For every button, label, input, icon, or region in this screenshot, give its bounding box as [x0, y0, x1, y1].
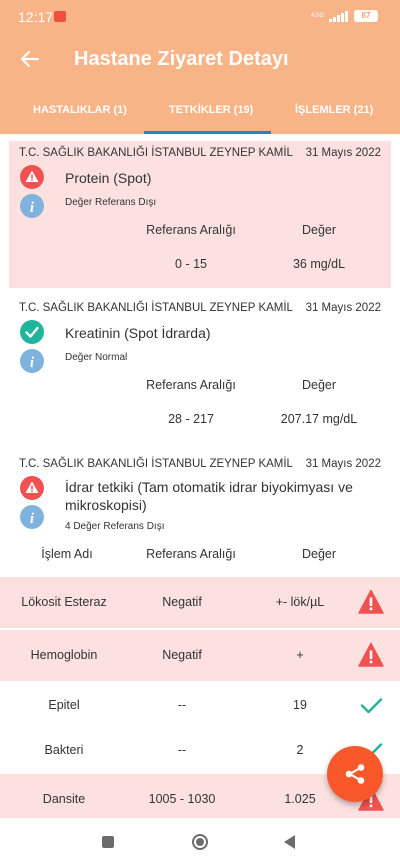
warning-icon	[358, 642, 384, 667]
visit-date: 31 Mayıs 2022	[305, 458, 381, 470]
visit-date: 31 Mayıs 2022	[305, 302, 381, 314]
test-card[interactable]: T.C. SAĞLIK BAKANLIĞI İSTANBUL ZEYNEP KA…	[9, 141, 391, 288]
procedure-name: Hemoglobin	[30, 648, 98, 662]
hospital-name: T.C. SAĞLIK BAKANLIĞI İSTANBUL ZEYNEP KA…	[19, 458, 293, 470]
check-icon	[360, 698, 383, 714]
status-bar: 12:17 4.5G 87	[0, 0, 400, 34]
gallery-notification-icon	[54, 11, 66, 22]
test-name-continued: mikroskopisi)	[65, 497, 147, 513]
app-bar: Hastane Ziyaret Detayı HASTALIKLAR (1) T…	[0, 34, 400, 134]
test-name: Protein (Spot)	[65, 170, 152, 186]
table-row[interactable]: Lökosit Esteraz Negatif +- lök/µL	[0, 577, 400, 628]
test-value: 19	[293, 698, 307, 712]
ref-range-value: 0 - 15	[175, 257, 207, 271]
test-card[interactable]: T.C. SAĞLIK BAKANLIĞI İSTANBUL ZEYNEP KA…	[9, 454, 391, 574]
procedure-name: Epitel	[48, 698, 80, 712]
info-icon[interactable]: i	[20, 349, 44, 373]
table-row[interactable]: Hemoglobin Negatif +	[0, 630, 400, 681]
tab-islemler[interactable]: İŞLEMLER (21)	[295, 104, 373, 116]
test-value: 207.17 mg/dL	[280, 412, 358, 426]
procedure-name: Dansite	[42, 792, 86, 806]
system-back-icon[interactable]	[284, 835, 295, 849]
status-time: 12:17	[18, 9, 54, 25]
active-tab-indicator	[144, 131, 271, 134]
procedure-name-header: İşlem Adı	[41, 547, 93, 561]
ref-range-value: Negatif	[162, 595, 202, 609]
test-name: İdrar tetkiki (Tam otomatik idrar biyoki…	[65, 479, 353, 495]
value-status: Değer Normal	[65, 352, 128, 363]
value-header: Değer	[301, 378, 337, 392]
test-value: +- lök/µL	[275, 595, 325, 609]
ref-range-header: Referans Aralığı	[146, 223, 236, 237]
table-row[interactable]: Epitel -- 19	[0, 680, 400, 731]
warning-icon	[20, 476, 44, 500]
test-value: 36 mg/dL	[292, 257, 346, 271]
visit-date: 31 Mayıs 2022	[305, 147, 381, 159]
recent-apps-icon[interactable]	[102, 836, 114, 848]
ref-range-value: --	[177, 743, 187, 757]
battery-icon: 87	[354, 10, 378, 22]
test-card[interactable]: T.C. SAĞLIK BAKANLIĞI İSTANBUL ZEYNEP KA…	[9, 298, 391, 446]
warning-icon	[358, 589, 384, 614]
ref-range-value: 1005 - 1030	[148, 792, 216, 806]
value-header: Değer	[301, 223, 337, 237]
value-status: 4 Değer Referans Dışı	[65, 521, 165, 532]
value-header: Değer	[301, 547, 337, 561]
ref-range-header: Referans Aralığı	[146, 378, 236, 392]
home-icon[interactable]	[192, 834, 208, 850]
warning-icon	[20, 165, 44, 189]
ref-range-value: --	[177, 698, 187, 712]
procedure-name: Lökosit Esteraz	[21, 595, 107, 609]
ref-range-value: Negatif	[162, 648, 202, 662]
system-nav-bar	[0, 818, 400, 866]
procedure-name: Bakteri	[44, 743, 84, 757]
test-value: +	[296, 648, 304, 662]
ref-range-header: Referans Aralığı	[146, 547, 236, 561]
info-icon[interactable]: i	[20, 505, 44, 529]
signal-icon	[329, 10, 348, 22]
ref-range-value: 28 - 217	[168, 412, 214, 426]
hospital-name: T.C. SAĞLIK BAKANLIĞI İSTANBUL ZEYNEP KA…	[19, 302, 293, 314]
share-icon	[345, 764, 365, 784]
value-status: Değer Referans Dışı	[65, 197, 157, 208]
test-name: Kreatinin (Spot İdrarda)	[65, 325, 211, 341]
status-indicators: 4.5G 87	[311, 10, 378, 22]
tab-tetkikler[interactable]: TETKİKLER (19)	[169, 104, 253, 116]
info-icon[interactable]: i	[20, 194, 44, 218]
hospital-name: T.C. SAĞLIK BAKANLIĞI İSTANBUL ZEYNEP KA…	[19, 147, 293, 159]
network-type: 4.5G	[311, 13, 325, 19]
page-title: Hastane Ziyaret Detayı	[74, 48, 289, 70]
check-circle-icon	[20, 320, 44, 344]
back-arrow-icon[interactable]	[18, 47, 42, 71]
share-button[interactable]	[327, 746, 383, 802]
tab-hastaliklar[interactable]: HASTALIKLAR (1)	[33, 104, 127, 116]
